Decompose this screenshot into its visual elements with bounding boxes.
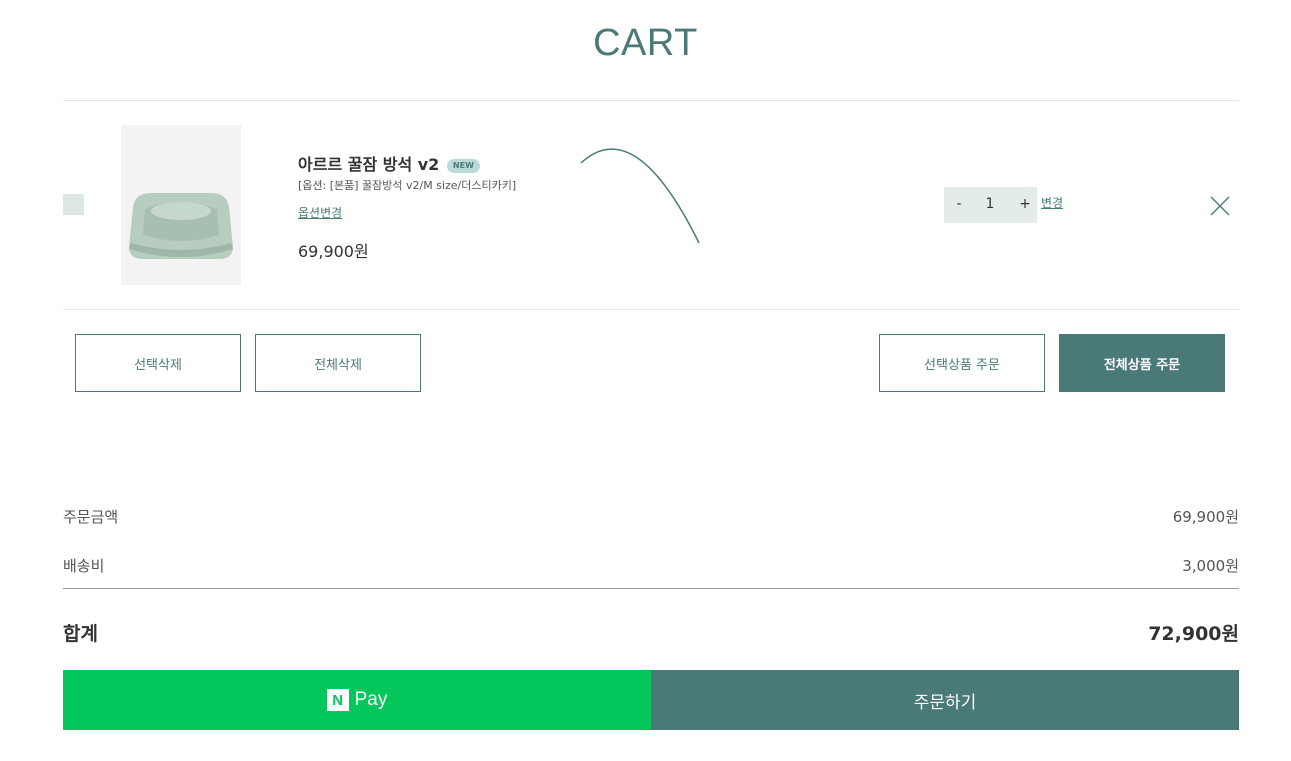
delete-all-button[interactable]: 전체삭제 [255, 334, 421, 392]
quantity-stepper[interactable]: - 1 + [944, 187, 1037, 223]
product-name[interactable]: 아르르 꿀잠 방석 v2 NEW [298, 151, 480, 175]
option-change-link[interactable]: 옵션변경 [298, 204, 342, 221]
checkout-button[interactable]: 주문하기 [651, 670, 1239, 730]
total-label: 합계 [63, 623, 98, 645]
order-amount-label: 주문금액 [63, 508, 119, 526]
product-price: 69,900원 [298, 242, 369, 261]
shipping-value: 3,000원 [1182, 557, 1239, 575]
decorative-curve [580, 148, 700, 244]
shipping-label: 배송비 [63, 557, 105, 575]
npay-label: Pay [354, 689, 388, 710]
item-checkbox[interactable] [63, 194, 84, 215]
summary-divider [63, 588, 1239, 589]
divider [63, 309, 1239, 310]
naver-n-icon: N [326, 689, 349, 711]
remove-item-button[interactable] [1208, 194, 1232, 218]
page-title: CART [593, 22, 698, 64]
total-value: 72,900원 [1148, 623, 1239, 645]
decrease-button[interactable]: - [952, 196, 966, 212]
close-icon [1210, 196, 1230, 216]
increase-button[interactable]: + [1018, 196, 1032, 212]
product-name-text[interactable]: 아르르 꿀잠 방석 v2 [298, 155, 439, 174]
product-option: [옵션: [본품] 꿀잠방석 v2/M size/더스티카키] [298, 179, 517, 192]
npay-button[interactable]: N Pay [63, 670, 651, 730]
delete-selected-button[interactable]: 선택삭제 [75, 334, 241, 392]
divider [63, 100, 1239, 101]
product-image [121, 125, 241, 285]
quantity-value[interactable]: 1 [980, 196, 1000, 212]
new-badge: NEW [446, 159, 480, 173]
order-selected-button[interactable]: 선택상품 주문 [879, 334, 1045, 392]
quantity-change-link[interactable]: 변경 [1041, 194, 1063, 211]
product-thumbnail[interactable] [121, 125, 241, 285]
order-all-button[interactable]: 전체상품 주문 [1059, 334, 1225, 392]
order-amount-value: 69,900원 [1172, 508, 1239, 526]
